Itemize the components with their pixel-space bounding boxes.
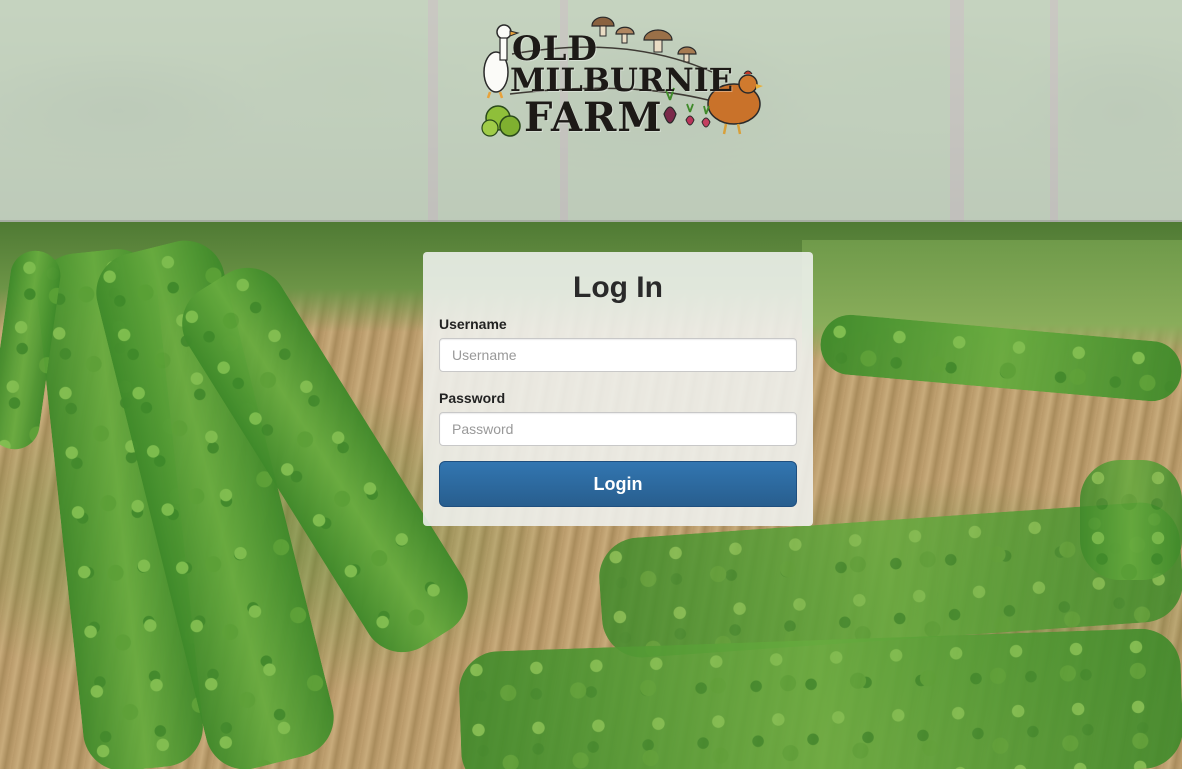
password-label: Password <box>439 390 506 406</box>
logo-text-farm: FARM <box>524 94 663 141</box>
mushroom-icon <box>591 16 697 63</box>
username-input[interactable] <box>439 338 797 372</box>
login-form: Log In Username Password Login <box>423 252 813 526</box>
header-divider <box>0 220 1182 222</box>
login-button[interactable]: Login <box>439 461 797 507</box>
page: OLD MILBURNIE FARM Log In Username Passw… <box>0 0 1182 769</box>
username-label: Username <box>439 316 507 332</box>
password-input[interactable] <box>439 412 797 446</box>
crop-row <box>457 627 1182 769</box>
crop-row <box>1080 460 1182 580</box>
farm-logo[interactable]: OLD MILBURNIE FARM <box>476 14 768 150</box>
logo-text-milburnie: MILBURNIE <box>510 61 734 99</box>
login-title: Log In <box>573 271 663 304</box>
